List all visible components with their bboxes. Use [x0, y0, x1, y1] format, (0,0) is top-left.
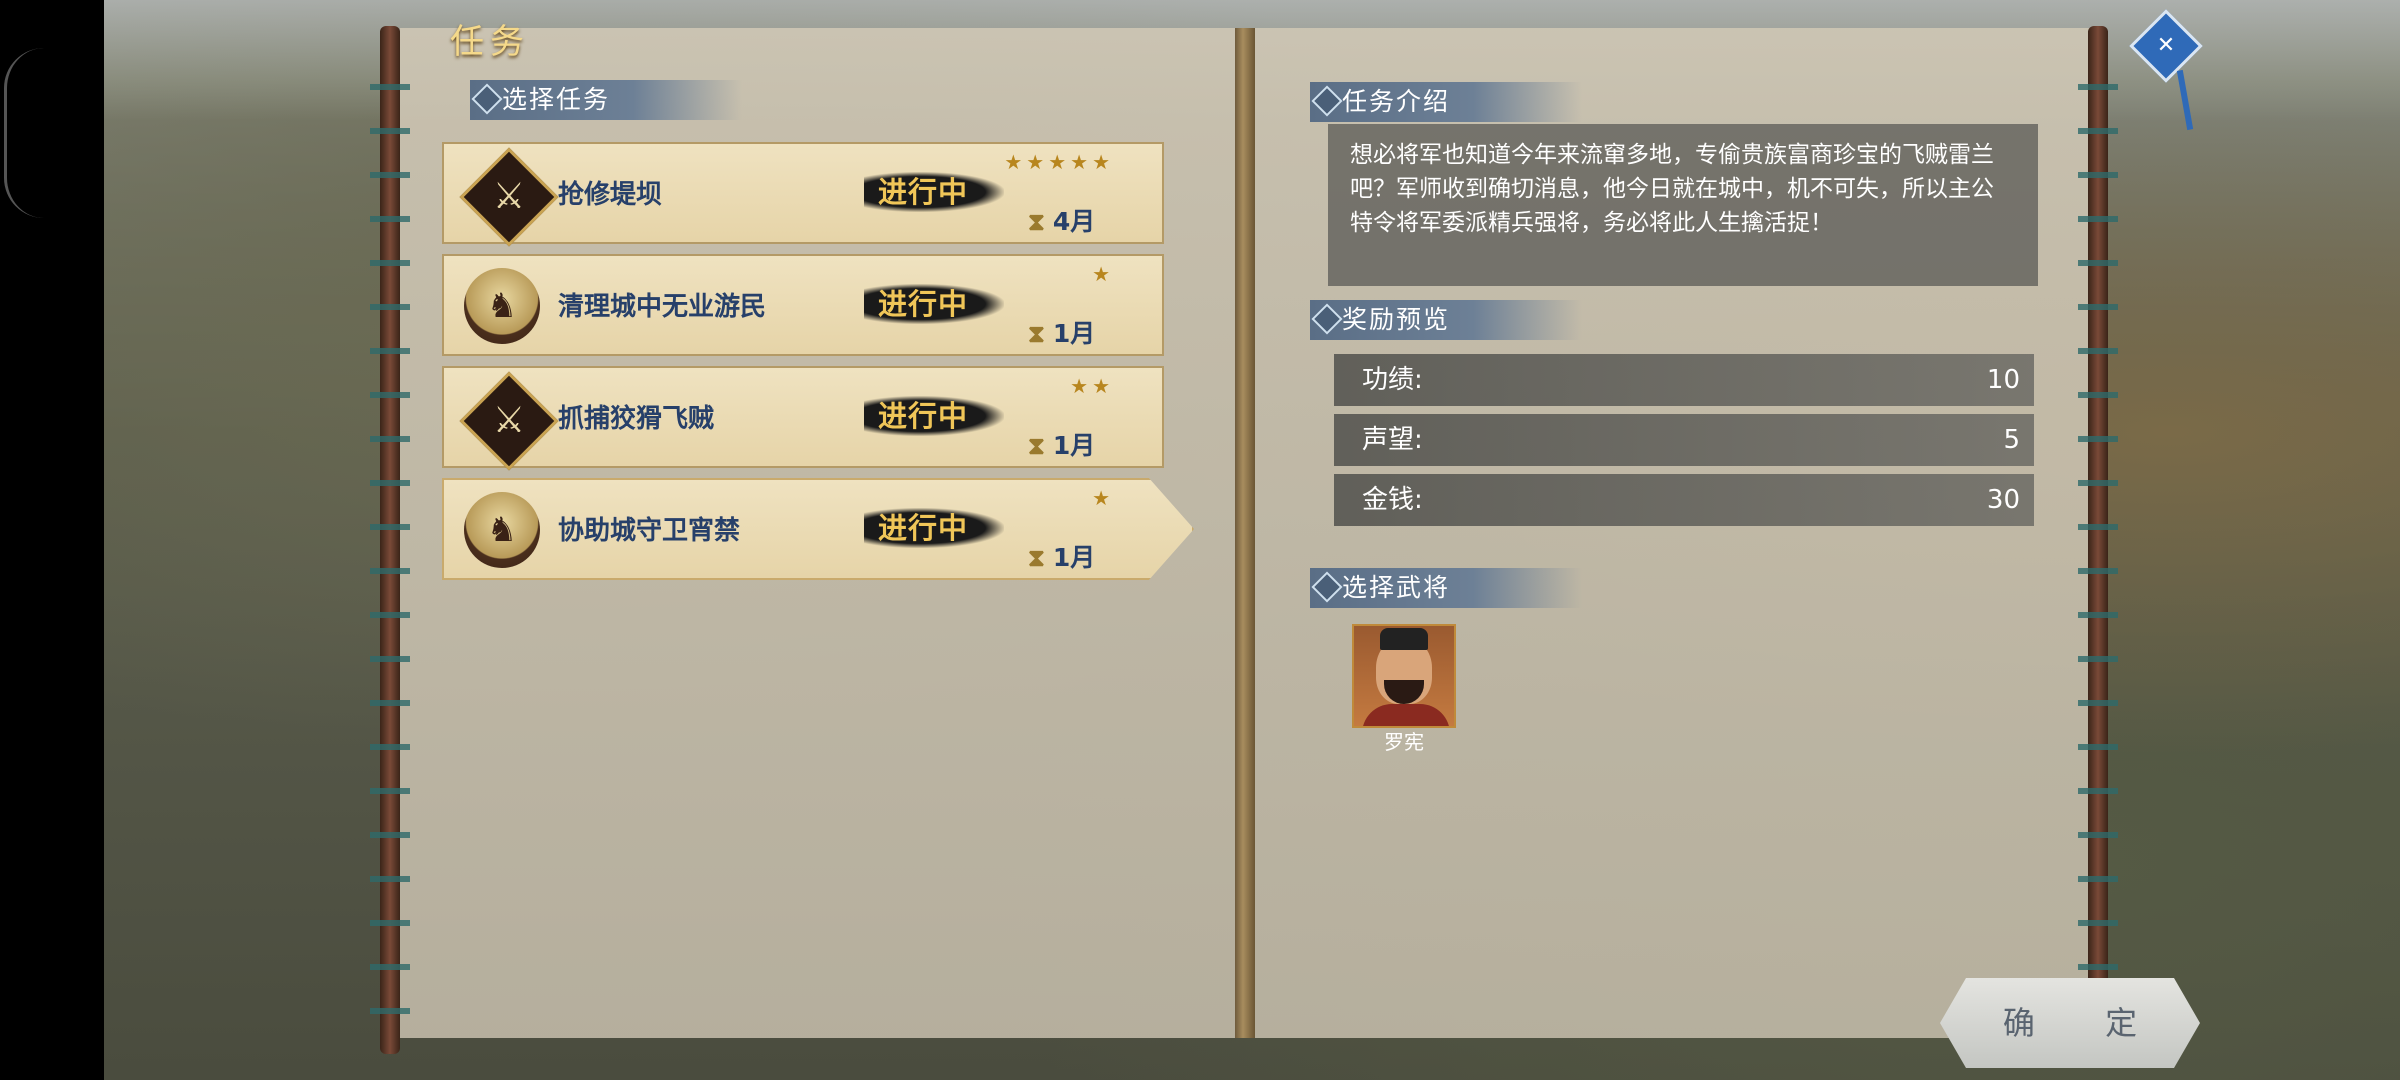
task-intro-label: 任务介绍 [1342, 87, 1451, 116]
page-title: 任务 [450, 22, 530, 62]
task-name: 清理城中无业游民 [558, 292, 767, 322]
reward-row: 功绩: 10 [1334, 354, 2034, 406]
task-status: 进行中 [864, 396, 1004, 436]
hourglass-icon: ⧗ [1028, 208, 1045, 236]
reward-preview-label: 奖励预览 [1342, 305, 1451, 334]
task-duration: ⧗ 4月 [1028, 207, 1096, 236]
task-description: 想必将军也知道今年来流窜多地，专偷贵族富商珍宝的飞贼雷兰吧？军师收到确切消息，他… [1328, 124, 2038, 286]
task-item[interactable]: ⚔ 抢修堤坝 进行中 ★★★★★ ⧗ 4月 [442, 142, 1164, 247]
task-duration: ⧗ 1月 [1028, 543, 1096, 572]
task-name: 抢修堤坝 [558, 180, 663, 210]
reward-label: 声望: [1362, 425, 1423, 455]
hourglass-icon: ⧗ [1028, 432, 1045, 460]
diamond-icon [1311, 85, 1343, 117]
diamond-icon [1311, 571, 1343, 603]
cavalry-emblem-icon: ♞ [464, 268, 540, 344]
task-status: 进行中 [864, 508, 1004, 548]
select-task-header: 选择任务 [470, 80, 742, 120]
sword-emblem-icon: ⚔ [459, 371, 559, 471]
reward-row: 金钱: 30 [1334, 474, 2034, 526]
reward-value: 5 [2003, 425, 2020, 455]
scroll-rod-right [2078, 26, 2118, 1054]
reward-row: 声望: 5 [1334, 414, 2034, 466]
reward-preview-header: 奖励预览 [1310, 300, 1582, 340]
difficulty-stars: ★ [1092, 486, 1114, 510]
scroll-rod-left [370, 26, 410, 1054]
task-name: 抓捕狡猾飞贼 [558, 404, 715, 434]
left-edge [0, 0, 104, 1080]
general-name: 罗宪 [1384, 730, 1424, 754]
diamond-icon [471, 83, 503, 115]
book-spine [1235, 28, 1255, 1038]
task-item[interactable]: ♞ 清理城中无业游民 进行中 ★ ⧗ 1月 [442, 254, 1164, 356]
difficulty-stars: ★★ [1070, 374, 1114, 398]
task-name: 协助城守卫宵禁 [558, 516, 741, 546]
task-duration: ⧗ 1月 [1028, 431, 1096, 460]
select-task-label: 选择任务 [502, 85, 611, 114]
task-duration: ⧗ 1月 [1028, 319, 1096, 348]
back-gesture-arc[interactable] [4, 48, 47, 218]
difficulty-stars: ★★★★★ [1004, 150, 1114, 174]
difficulty-stars: ★ [1092, 262, 1114, 286]
general-portrait[interactable] [1352, 624, 1456, 728]
task-intro-header: 任务介绍 [1310, 82, 1582, 122]
confirm-button[interactable]: 确 定 [1940, 978, 2200, 1068]
task-item[interactable]: ⚔ 抓捕狡猾飞贼 进行中 ★★ ⧗ 1月 [442, 366, 1164, 471]
hourglass-icon: ⧗ [1028, 544, 1045, 572]
task-status: 进行中 [864, 172, 1004, 212]
reward-value: 10 [1986, 365, 2020, 395]
sword-emblem-icon: ⚔ [459, 147, 559, 247]
select-general-label: 选择武将 [1342, 573, 1451, 602]
reward-label: 功绩: [1362, 365, 1423, 395]
select-general-header: 选择武将 [1310, 568, 1582, 608]
diamond-icon [1311, 303, 1343, 335]
reward-label: 金钱: [1362, 485, 1423, 515]
reward-value: 30 [1986, 485, 2020, 515]
task-item-selected[interactable]: ♞ 协助城守卫宵禁 进行中 ★ ⧗ 1月 [442, 478, 1194, 580]
hourglass-icon: ⧗ [1028, 320, 1045, 348]
task-status: 进行中 [864, 284, 1004, 324]
cavalry-emblem-icon: ♞ [464, 492, 540, 568]
